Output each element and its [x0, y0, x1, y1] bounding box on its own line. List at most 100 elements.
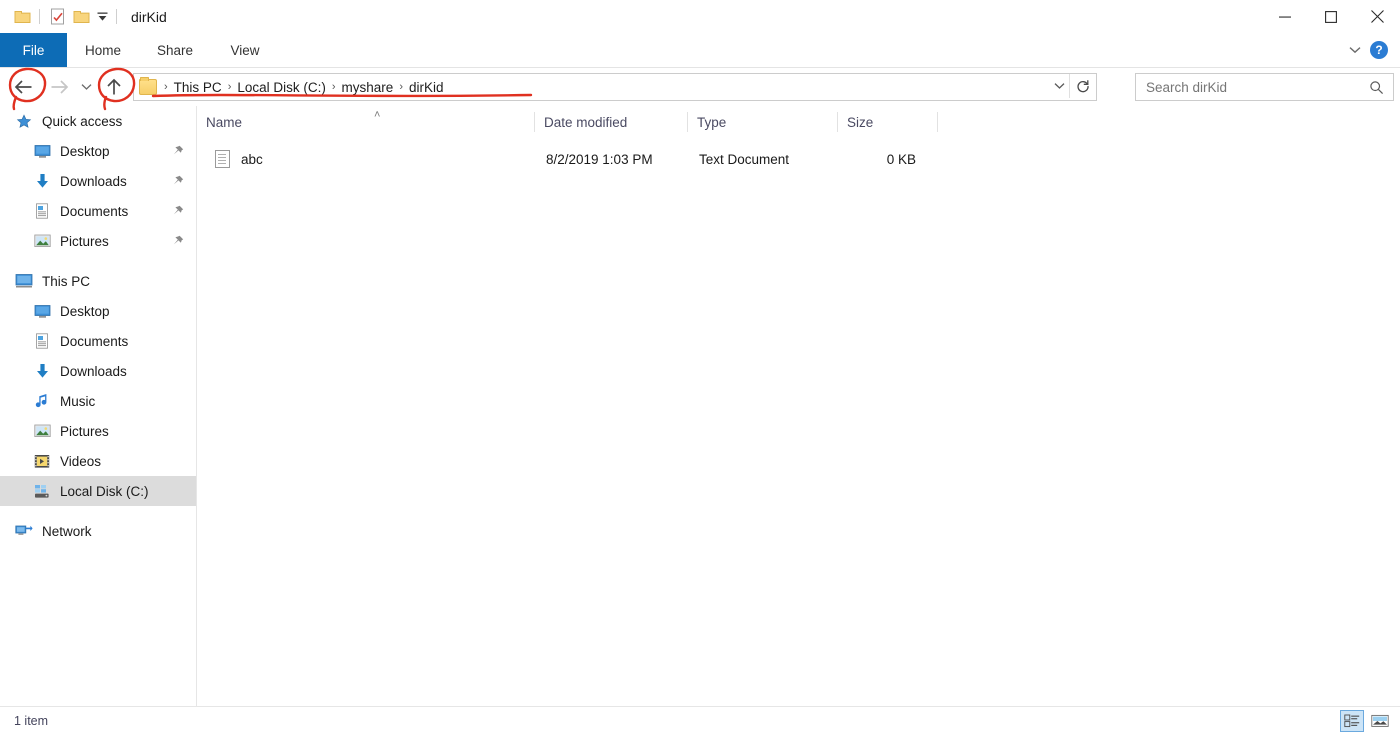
sidebar-item-label: Desktop — [60, 303, 110, 319]
sidebar-item-desktop-qa[interactable]: Desktop — [0, 136, 196, 166]
videos-icon — [32, 451, 52, 471]
file-name-cell[interactable]: abc — [197, 146, 535, 172]
chevron-down-icon[interactable] — [93, 5, 111, 29]
folder-icon — [139, 77, 157, 95]
music-icon — [32, 391, 52, 411]
column-header-date-modified[interactable]: Date modified — [535, 106, 688, 138]
breadcrumb-item-myshare[interactable]: myshare — [337, 80, 399, 95]
file-type-cell: Text Document — [699, 151, 790, 167]
download-icon — [32, 361, 52, 381]
sidebar-item-documents[interactable]: Documents — [0, 326, 196, 356]
sidebar-item-pictures[interactable]: Pictures — [0, 416, 196, 446]
address-input[interactable]: › This PC › Local Disk (C:) › myshare › … — [133, 73, 1097, 101]
sidebar-item-label: Pictures — [60, 423, 109, 439]
file-date-cell: 8/2/2019 1:03 PM — [546, 151, 653, 167]
tab-file[interactable]: File — [0, 33, 67, 67]
column-divider[interactable] — [937, 112, 938, 132]
search-box[interactable]: Search dirKid — [1135, 73, 1394, 101]
document-icon — [32, 201, 52, 221]
column-header-label: Name — [206, 114, 243, 130]
column-header-size[interactable]: Size — [838, 106, 938, 138]
pictures-icon — [32, 421, 52, 441]
sidebar-group-this-pc[interactable]: This PC — [0, 266, 196, 296]
table-row[interactable]: abc 8/2/2019 1:03 PM Text Document 0 KB — [197, 146, 1400, 172]
file-list-pane[interactable]: Name ˄ Date modified Type Size abc 8/2/2… — [197, 106, 1400, 707]
sidebar-item-downloads-qa[interactable]: Downloads — [0, 166, 196, 196]
sidebar-item-videos[interactable]: Videos — [0, 446, 196, 476]
column-header-type[interactable]: Type — [688, 106, 838, 138]
tab-home[interactable]: Home — [67, 33, 139, 67]
sidebar-item-documents-qa[interactable]: Documents — [0, 196, 196, 226]
search-input[interactable]: Search dirKid — [1146, 80, 1369, 95]
up-button[interactable] — [99, 72, 129, 102]
folder-icon[interactable] — [10, 5, 34, 29]
sidebar-item-pictures-qa[interactable]: Pictures — [0, 226, 196, 256]
sidebar-item-label: Music — [60, 393, 96, 409]
pin-icon[interactable] — [172, 175, 184, 188]
navigation-pane[interactable]: Quick access Desktop Downloads Documents… — [0, 106, 197, 707]
ribbon-tabs: File Home Share View — [0, 33, 1400, 67]
pin-icon[interactable] — [172, 145, 184, 158]
sort-ascending-icon: ˄ — [374, 109, 381, 121]
column-header-name[interactable]: Name ˄ — [197, 106, 535, 138]
file-name-label: abc — [241, 151, 263, 167]
close-button[interactable] — [1354, 0, 1400, 33]
sidebar-group-network[interactable]: Network — [0, 516, 196, 546]
column-header-label: Type — [697, 114, 727, 130]
forward-button — [44, 72, 74, 102]
desktop-icon — [32, 301, 52, 321]
pin-icon[interactable] — [172, 235, 184, 248]
view-toggle-group — [1340, 710, 1392, 732]
sidebar-group-label: Network — [42, 523, 92, 539]
breadcrumb-item-this-pc[interactable]: This PC — [169, 80, 227, 95]
window-controls — [1262, 0, 1400, 33]
pictures-icon — [32, 231, 52, 251]
column-headers: Name ˄ Date modified Type Size — [197, 106, 1400, 138]
chevron-down-icon[interactable] — [1048, 74, 1070, 98]
breadcrumb-item-local-disk[interactable]: Local Disk (C:) — [232, 80, 331, 95]
status-bar: 1 item — [0, 706, 1400, 735]
maximize-button[interactable] — [1308, 0, 1354, 33]
new-folder-icon[interactable] — [69, 5, 93, 29]
sidebar-group-label: This PC — [42, 273, 91, 289]
column-header-label: Size — [847, 114, 874, 130]
toolbar-divider-1 — [39, 9, 40, 24]
sidebar-item-label: Pictures — [60, 233, 109, 249]
download-icon — [32, 171, 52, 191]
large-icons-view-button[interactable] — [1368, 710, 1392, 732]
sidebar-item-downloads[interactable]: Downloads — [0, 356, 196, 386]
details-view-button[interactable] — [1340, 710, 1364, 732]
tab-view[interactable]: View — [211, 33, 279, 67]
title-bar: dirKid — [0, 0, 1400, 33]
file-size-cell: 0 KB — [886, 151, 916, 167]
sidebar-group-quick-access[interactable]: Quick access — [0, 106, 196, 136]
sidebar-item-label: Desktop — [60, 143, 110, 159]
minimize-button[interactable] — [1262, 0, 1308, 33]
sidebar-item-desktop[interactable]: Desktop — [0, 296, 196, 326]
sidebar-group-label: Quick access — [42, 113, 123, 129]
window-title: dirKid — [131, 8, 167, 25]
pin-icon[interactable] — [172, 205, 184, 218]
properties-icon[interactable] — [45, 5, 69, 29]
refresh-icon[interactable] — [1069, 74, 1096, 98]
drive-icon — [32, 481, 52, 501]
recent-locations-button[interactable] — [76, 72, 96, 102]
sidebar-item-local-disk-c[interactable]: Local Disk (C:) — [0, 476, 196, 506]
tab-share[interactable]: Share — [139, 33, 211, 67]
chevron-down-icon[interactable] — [1340, 33, 1370, 67]
sidebar-item-music[interactable]: Music — [0, 386, 196, 416]
address-bar-row: › This PC › Local Disk (C:) › myshare › … — [0, 68, 1400, 106]
sidebar-item-label: Documents — [60, 203, 129, 219]
column-header-label: Date modified — [544, 114, 628, 130]
back-button[interactable] — [8, 72, 38, 102]
this-pc-icon — [14, 271, 34, 291]
help-icon[interactable]: ? — [1370, 41, 1388, 59]
breadcrumb-item-dirkid[interactable]: dirKid — [404, 80, 449, 95]
search-icon[interactable] — [1369, 80, 1384, 95]
ribbon-tab-bar: File Home Share View ? — [0, 33, 1400, 68]
sidebar-item-label: Local Disk (C:) — [60, 483, 149, 499]
text-file-icon — [215, 150, 230, 168]
network-icon — [14, 521, 34, 541]
